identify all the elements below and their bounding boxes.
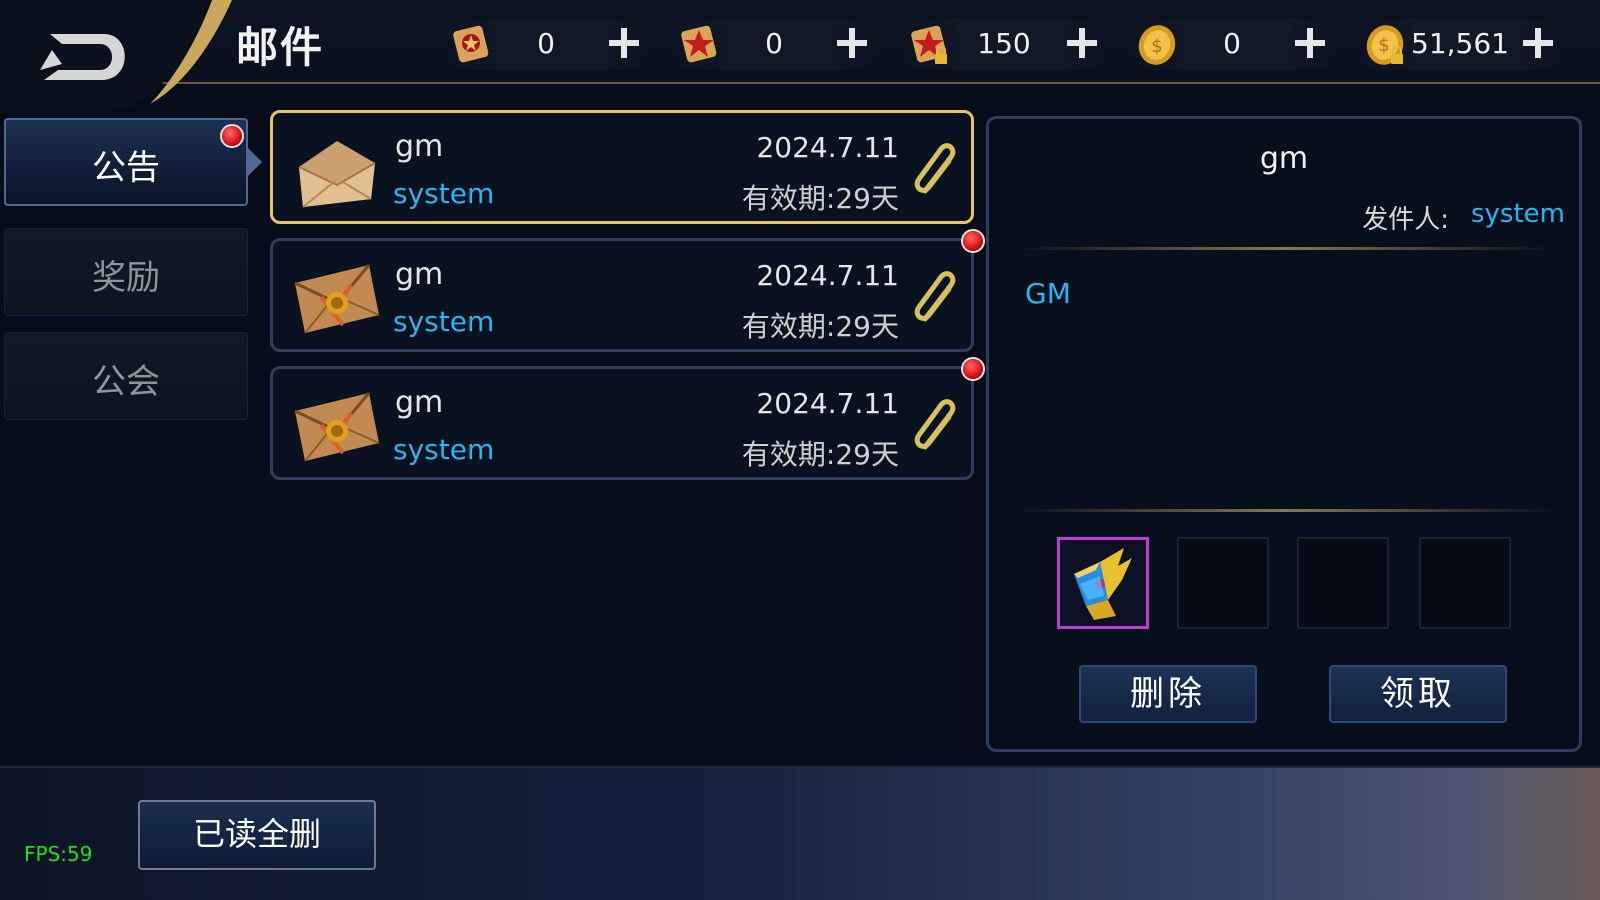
delete-button[interactable]: 删除	[1079, 665, 1257, 723]
paperclip-icon	[914, 399, 956, 450]
attachment-slot-empty	[1177, 537, 1269, 629]
svg-text:$: $	[1378, 35, 1389, 56]
mail-date: 2024.7.11	[756, 259, 899, 292]
detail-body: GM	[1025, 277, 1071, 310]
back-button[interactable]	[0, 0, 250, 112]
mail-sender: system	[393, 177, 495, 210]
resource-value: 150	[977, 27, 1031, 60]
resource-star-scroll: 0	[668, 18, 882, 70]
resource-gold-coin: $ 0	[1126, 18, 1340, 70]
attachment-slot-empty	[1297, 537, 1389, 629]
mail-item[interactable]: gm system 2024.7.11 有效期:29天	[270, 359, 983, 480]
divider	[1015, 247, 1555, 250]
golden-winged-gem-icon	[1074, 548, 1132, 620]
add-icon[interactable]	[1064, 25, 1100, 61]
add-icon[interactable]	[606, 25, 642, 61]
paperclip-icon	[914, 271, 956, 322]
add-icon[interactable]	[834, 25, 870, 61]
tab-guild[interactable]: 公会	[4, 332, 248, 420]
tab-label: 公会	[92, 362, 160, 402]
mail-date: 2024.7.11	[756, 387, 899, 420]
mail-expiry: 有效期:29天	[741, 310, 899, 343]
resource-value: 0	[765, 27, 783, 60]
detail-subject: gm	[1259, 141, 1309, 176]
page-title: 邮件	[236, 23, 325, 72]
scroll-star-icon	[681, 25, 717, 63]
mail-expiry: 有效期:29天	[741, 182, 899, 215]
tab-label: 公告	[92, 148, 160, 188]
resource-pentagram-scroll: 0	[440, 18, 654, 70]
mail-subject: gm	[395, 257, 444, 292]
sender-label: 发件人:	[1362, 205, 1449, 235]
sealed-envelope-icon	[294, 264, 380, 334]
divider	[1015, 509, 1555, 512]
scroll-star-locked-icon	[911, 25, 947, 64]
mail-subject: gm	[395, 385, 444, 420]
mail-expiry: 有效期:29天	[741, 438, 899, 471]
scroll-pentagram-icon	[453, 25, 489, 63]
tab-rewards[interactable]: 奖励	[4, 228, 248, 316]
svg-text:$: $	[1151, 36, 1162, 57]
mail-sender: system	[393, 433, 495, 466]
mail-date: 2024.7.11	[756, 131, 899, 164]
unread-dot	[963, 359, 983, 379]
mail-item[interactable]: gm system 2024.7.11 有效期:29天	[270, 231, 983, 352]
attachment-slot-empty	[1419, 537, 1511, 629]
opened-envelope-icon	[298, 141, 376, 208]
claim-button[interactable]: 领取	[1329, 665, 1507, 723]
mail-subject: gm	[395, 129, 444, 164]
detail-sender: system	[1471, 199, 1565, 229]
resource-value: 0	[1223, 27, 1241, 60]
attachment-slot[interactable]	[1057, 537, 1149, 629]
unread-dot	[963, 231, 983, 251]
delete-all-read-button[interactable]: 已读全删	[138, 800, 376, 870]
gold-coin-locked-icon: $	[1366, 25, 1404, 65]
tab-label: 奖励	[92, 258, 160, 298]
resource-locked-star-scroll: 150	[898, 18, 1112, 70]
fps-counter: FPS:59	[24, 842, 93, 866]
resource-value: 0	[537, 27, 555, 60]
tab-announcement[interactable]: 公告	[4, 118, 262, 206]
mail-detail-panel: gm 发件人: system GM 删除 领取	[986, 116, 1582, 752]
resource-locked-gold-coin: $ 51,561	[1354, 18, 1568, 70]
resource-value: 51,561	[1411, 27, 1509, 60]
paperclip-icon	[914, 143, 956, 194]
add-icon[interactable]	[1520, 25, 1556, 61]
mail-item[interactable]: gm system 2024.7.11 有效期:29天	[270, 110, 974, 224]
add-icon[interactable]	[1292, 25, 1328, 61]
gold-coin-icon: $	[1138, 25, 1176, 65]
unread-dot	[222, 126, 242, 146]
sealed-envelope-icon	[294, 392, 380, 462]
mail-sender: system	[393, 305, 495, 338]
top-bar: 邮件 0 0 150 $ 0 $ 51,561	[0, 0, 1600, 112]
